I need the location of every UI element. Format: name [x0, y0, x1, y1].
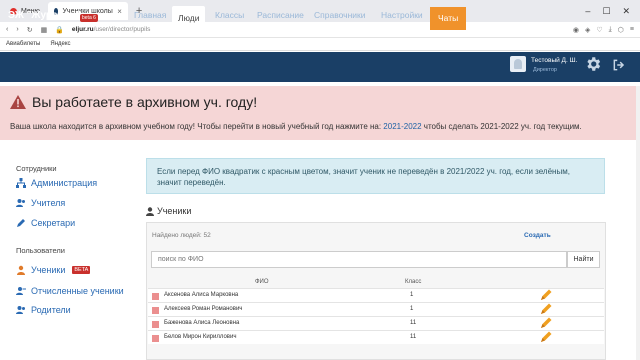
brand-logo[interactable]: ЭЖ "Журавль": [8, 10, 81, 21]
menu-icon[interactable]: ≡: [630, 26, 634, 34]
users-icon: [16, 199, 25, 207]
sidebar-heading-staff: Сотрудники: [16, 164, 57, 173]
alert-title-text: Вы работаете в архивном уч. году!: [32, 94, 258, 110]
nav-settings[interactable]: Настройки: [381, 10, 423, 20]
url-field[interactable]: eljur.ru/user/director/pupils: [72, 26, 150, 33]
avatar[interactable]: [510, 56, 526, 72]
table-row[interactable]: Аксенова Алиса Марковна 1: [148, 288, 604, 302]
archive-year-alert: Вы работаете в архивном уч. году! Ваша ш…: [0, 86, 636, 140]
minimize-icon[interactable]: –: [585, 6, 590, 17]
sidebar-item-parents[interactable]: Родители: [16, 305, 71, 315]
pencil-icon: [17, 219, 25, 227]
sidebar-item-students[interactable]: Ученики BETA: [16, 265, 91, 275]
edit-icon[interactable]: [540, 331, 552, 343]
section-heading: Ученики: [146, 206, 191, 216]
sidebar-item-secretaries[interactable]: Секретари: [16, 218, 75, 228]
info-box: Если перед ФИО квадратик с красным цвето…: [146, 158, 605, 194]
user-minus-icon: [16, 287, 26, 295]
edit-icon[interactable]: [540, 289, 552, 301]
student-name[interactable]: Алексеев Роман Романович: [164, 306, 242, 312]
address-bar: ‹ › ↻ ▦ 🔒 eljur.ru/user/director/pupils …: [0, 22, 640, 38]
page-scrollbar[interactable]: [636, 86, 640, 360]
users-icon: [16, 306, 25, 314]
warning-icon: [10, 95, 26, 109]
nav-chats[interactable]: Чаты: [430, 7, 467, 30]
bookmarks-bar: Авиабилеты Яндекс: [0, 38, 640, 51]
sitemap-icon: [16, 178, 26, 188]
window-controls: – ☐ ✕: [585, 6, 640, 17]
beta-badge: BETA: [72, 266, 91, 274]
edit-icon[interactable]: [540, 317, 552, 329]
alert-text-before: Ваша школа находится в архивном учебном …: [10, 122, 384, 131]
reload-icon[interactable]: ↻: [27, 26, 33, 34]
close-window-icon[interactable]: ✕: [622, 6, 630, 17]
url-domain: eljur.ru: [71, 26, 94, 33]
edit-icon[interactable]: [540, 303, 552, 315]
sidebar-item-label: Отчисленные ученики: [31, 286, 124, 296]
download-icon[interactable]: ⤓: [609, 26, 612, 34]
sidebar-item-label: Учителя: [31, 198, 66, 208]
status-square: [152, 321, 159, 328]
sidebar-item-label: Секретари: [31, 218, 76, 228]
shield-icon[interactable]: ◈: [585, 26, 590, 34]
alert-text: Ваша школа находится в архивном учебном …: [10, 122, 582, 131]
bookmark-avia[interactable]: Авиабилеты: [6, 41, 40, 47]
heart-icon[interactable]: ♡: [596, 26, 602, 34]
nav-people[interactable]: Люди: [172, 6, 206, 30]
student-name[interactable]: Баженова Алиса Леоновна: [164, 320, 239, 326]
nav-classes[interactable]: Классы: [215, 10, 244, 20]
nav-references[interactable]: Справочники: [314, 10, 366, 20]
sidebar-item-administration[interactable]: Администрация: [16, 178, 97, 188]
sidebar-item-expelled[interactable]: Отчисленные ученики: [16, 286, 124, 296]
student-name[interactable]: Белов Мирон Кириллович: [164, 334, 236, 340]
found-count: Найдено людей: 52: [152, 232, 211, 239]
column-header-class[interactable]: Класс: [405, 279, 421, 285]
grid-icon[interactable]: ▦: [41, 26, 48, 34]
alert-title: Вы работаете в архивном уч. году!: [10, 94, 257, 110]
user-name[interactable]: Тестовый Д. Ш.: [531, 57, 577, 64]
user-icon: [146, 206, 154, 216]
student-class: 11: [410, 334, 417, 340]
status-square: [152, 335, 159, 342]
brand-beta-badge: beta 6: [80, 14, 98, 22]
extensions-icon[interactable]: ⬡: [618, 26, 624, 34]
find-button[interactable]: Найти: [567, 251, 600, 268]
student-icon: [17, 265, 25, 275]
sidebar-item-teachers[interactable]: Учителя: [16, 198, 65, 208]
sidebar-item-label: Администрация: [31, 178, 98, 188]
sidebar-item-label: Родители: [31, 305, 71, 315]
student-class: 11: [410, 320, 417, 326]
status-square: [152, 307, 159, 314]
browser-toolbar: ◉ ◈ ♡ ⤓ ⬡ ≡: [573, 26, 634, 34]
table-row[interactable]: Алексеев Роман Романович 1: [148, 302, 604, 316]
column-header-fio[interactable]: ФИО: [255, 279, 269, 285]
student-class: 1: [410, 292, 414, 298]
nav-schedule[interactable]: Расписание: [257, 10, 304, 20]
forward-icon[interactable]: ›: [16, 26, 18, 33]
table-row[interactable]: Баженова Алиса Леоновна 11: [148, 316, 604, 330]
close-tab-icon[interactable]: ×: [117, 7, 122, 16]
back-icon[interactable]: ‹: [6, 26, 8, 33]
search-input[interactable]: [151, 251, 567, 268]
nav-home[interactable]: Главная: [134, 10, 166, 20]
user-role: Директор: [533, 67, 557, 73]
student-name[interactable]: Аксенова Алиса Марковна: [164, 292, 238, 298]
switch-year-link[interactable]: 2021-2022: [383, 122, 421, 131]
logout-icon[interactable]: [612, 58, 626, 72]
lock-icon: 🔒: [55, 26, 64, 34]
section-heading-text: Ученики: [157, 206, 192, 216]
alert-text-after: чтобы сделать 2021-2022 уч. год текущим.: [421, 122, 582, 131]
sidebar-heading-users: Пользователи: [16, 246, 65, 255]
camera-icon[interactable]: ◉: [573, 26, 579, 34]
status-square: [152, 293, 159, 300]
create-link[interactable]: Создать: [524, 232, 551, 239]
table-row[interactable]: Белов Мирон Кириллович 11: [148, 330, 604, 344]
maximize-icon[interactable]: ☐: [602, 6, 610, 17]
url-path: /user/director/pupils: [93, 26, 151, 33]
gear-icon[interactable]: [584, 55, 602, 73]
bookmark-yandex[interactable]: Яндекс: [50, 41, 70, 47]
student-class: 1: [410, 306, 414, 312]
sidebar-item-label: Ученики: [31, 265, 66, 275]
